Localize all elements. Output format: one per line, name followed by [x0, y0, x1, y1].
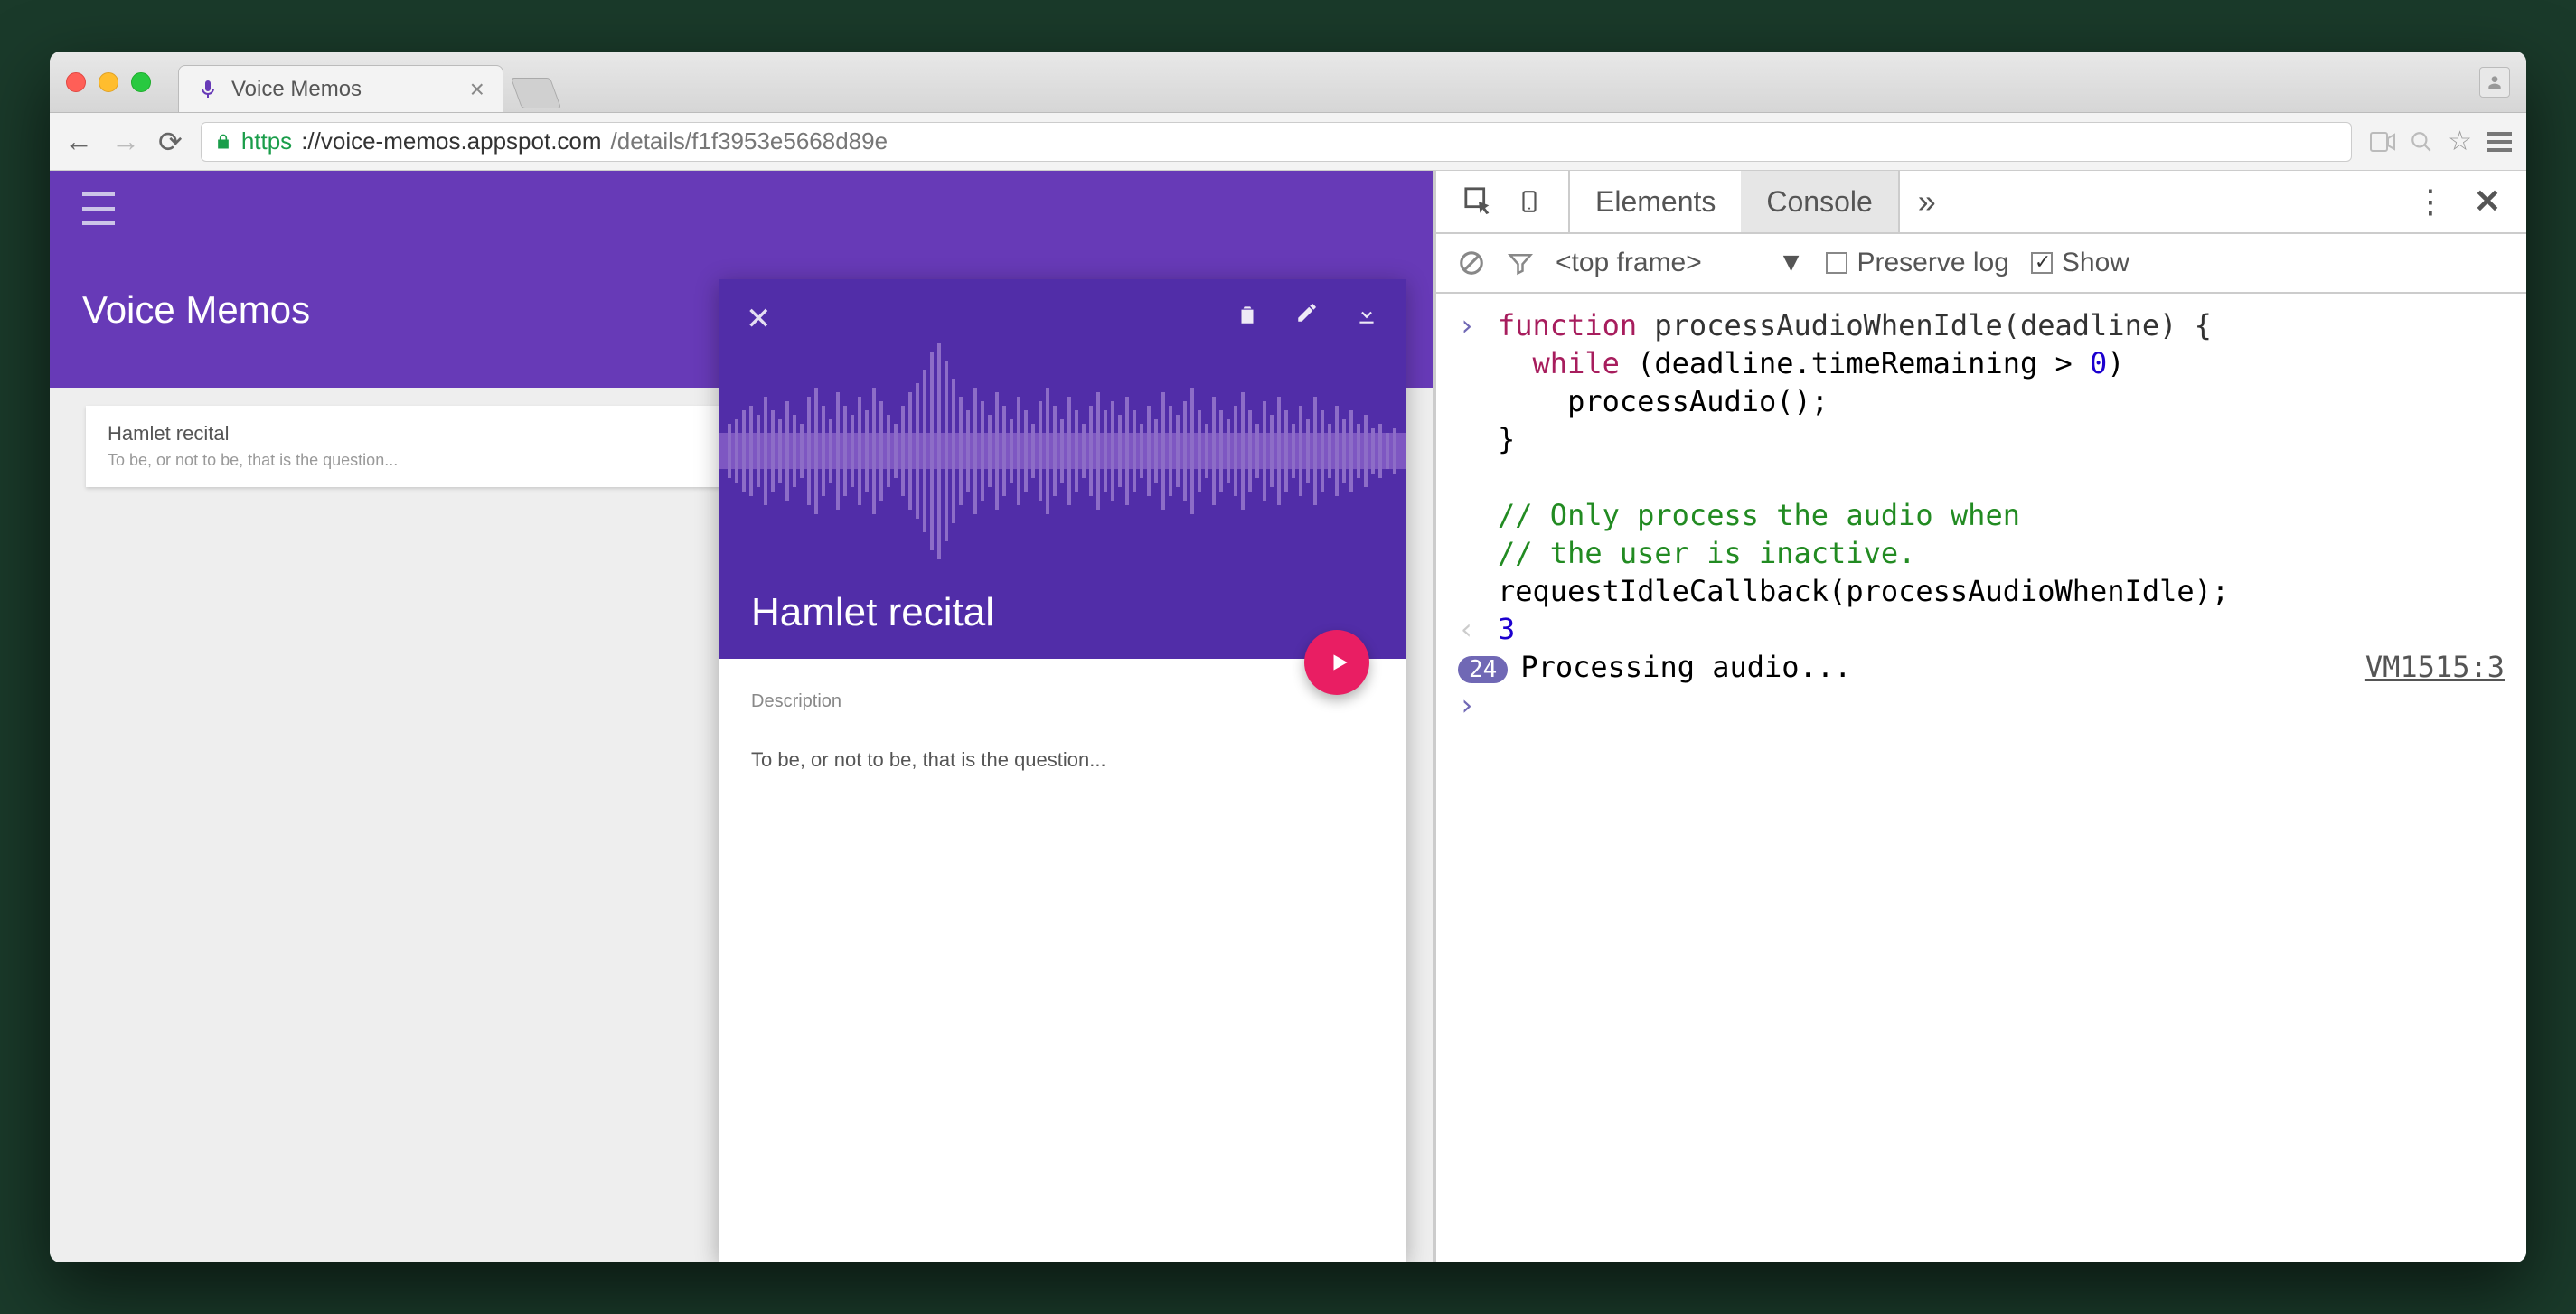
play-icon [1328, 649, 1351, 676]
url-protocol: https [241, 127, 292, 155]
delete-icon[interactable] [1236, 301, 1259, 328]
window-controls [66, 72, 151, 92]
content-area: Voice Memos Hamlet recital To be, or not… [50, 171, 2526, 1262]
close-window-button[interactable] [66, 72, 86, 92]
mic-favicon-icon [197, 79, 219, 100]
maximize-window-button[interactable] [131, 72, 151, 92]
description-text: To be, or not to be, that is the questio… [751, 748, 1373, 772]
detail-header: ✕ [719, 279, 1406, 659]
preserve-log-label: Preserve log [1857, 248, 2008, 278]
tab-title: Voice Memos [231, 77, 362, 102]
profile-button[interactable] [2479, 67, 2510, 98]
devtools-panel: Elements Console » ⋮ ✕ <top frame> ▼ Pre… [1433, 171, 2526, 1262]
log-source-link[interactable]: VM1515:3 [2365, 650, 2505, 684]
browser-window: Voice Memos × ← → ⟳ https ://voice-memos.… [50, 52, 2526, 1262]
url-host: ://voice-memos.appspot.com [301, 127, 601, 155]
code-comment: // the user is inactive. [1498, 536, 1915, 570]
browser-tab[interactable]: Voice Memos × [178, 65, 503, 112]
address-bar: ← → ⟳ https ://voice-memos.appspot.com/de… [50, 113, 2526, 171]
detail-title: Hamlet recital [751, 590, 994, 635]
toolbar-right: ☆ [2370, 126, 2512, 157]
return-value: 3 [1498, 612, 1515, 646]
voice-memos-app: Voice Memos Hamlet recital To be, or not… [50, 171, 1433, 1262]
clear-console-icon[interactable] [1458, 249, 1485, 277]
tab-bar: Voice Memos × [50, 52, 2526, 113]
close-tab-icon[interactable]: × [470, 75, 484, 104]
code-comment: // Only process the audio when [1498, 498, 2020, 532]
menu-icon[interactable] [2487, 132, 2512, 152]
frame-label: <top frame> [1556, 248, 1702, 278]
console-output[interactable]: › function processAudioWhenIdle(deadline… [1436, 294, 2526, 1262]
code-line: requestIdleCallback(processAudioWhenIdle… [1498, 574, 2505, 608]
chevron-down-icon: ▼ [1778, 248, 1805, 278]
show-checkbox[interactable]: Show [2031, 248, 2129, 278]
new-tab-button[interactable] [511, 78, 561, 108]
log-count-badge: 24 [1458, 656, 1508, 683]
forward-button[interactable]: → [111, 125, 140, 158]
url-path: /details/f1f3953e5668d89e [611, 127, 888, 155]
filter-icon[interactable] [1507, 249, 1534, 277]
play-button[interactable] [1304, 630, 1369, 695]
detail-body: Description To be, or not to be, that is… [719, 659, 1406, 804]
console-input[interactable] [1498, 688, 2505, 722]
device-icon[interactable] [1518, 184, 1541, 219]
minimize-window-button[interactable] [99, 72, 118, 92]
lock-icon [214, 131, 232, 153]
waveform [719, 333, 1406, 568]
devtools-close-icon[interactable]: ✕ [2474, 183, 2501, 221]
log-message: Processing audio... [1520, 650, 1851, 684]
console-filter-bar: <top frame> ▼ Preserve log Show [1436, 234, 2526, 294]
preserve-log-checkbox[interactable]: Preserve log [1826, 248, 2008, 278]
person-icon [2486, 73, 2504, 91]
inspect-icon[interactable] [1463, 186, 1494, 217]
tab-elements[interactable]: Elements [1570, 171, 1741, 232]
close-icon[interactable]: ✕ [746, 301, 772, 337]
devtools-tabs: Elements Console » ⋮ ✕ [1436, 171, 2526, 234]
camera-icon[interactable] [2370, 132, 2395, 152]
hamburger-icon[interactable] [82, 192, 115, 225]
devtools-more-icon[interactable]: ⋮ [2414, 183, 2447, 221]
zoom-icon[interactable] [2410, 130, 2433, 154]
url-field[interactable]: https ://voice-memos.appspot.com/details/… [201, 122, 2352, 162]
show-label: Show [2062, 248, 2129, 278]
tabs-overflow[interactable]: » [1898, 171, 1954, 232]
memo-detail-card: ✕ [719, 279, 1406, 1262]
download-icon[interactable] [1355, 301, 1378, 328]
edit-icon[interactable] [1295, 301, 1319, 324]
frame-selector[interactable]: <top frame> ▼ [1556, 248, 1804, 278]
reload-button[interactable]: ⟳ [158, 125, 183, 159]
description-label: Description [751, 691, 1373, 712]
star-icon[interactable]: ☆ [2448, 126, 2472, 157]
back-button[interactable]: ← [64, 125, 93, 158]
tab-console[interactable]: Console [1741, 171, 1897, 232]
